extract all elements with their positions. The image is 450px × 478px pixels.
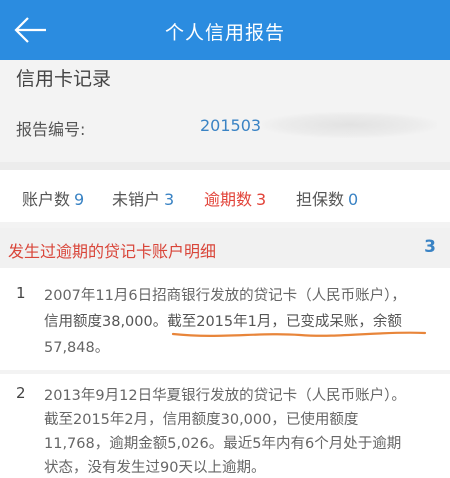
item-text-line: 57,848。 xyxy=(44,340,110,356)
item-index: 2 xyxy=(16,384,26,402)
stat-label: 账户数 xyxy=(22,190,71,209)
stat-count: 3 xyxy=(164,190,175,209)
stat-overdue[interactable]: 逾期数 3 xyxy=(204,186,266,210)
overdue-detail-title: 发生过逾期的贷记卡账户明细 xyxy=(8,242,217,261)
stat-count: 9 xyxy=(74,190,85,209)
list-item: 1 2007年11月6日招商银行发放的贷记卡（人民币账户）， 信用额度38,00… xyxy=(0,268,450,370)
handwritten-underline xyxy=(171,331,427,337)
stat-count: 3 xyxy=(256,190,267,209)
list-item: 2 2013年9月12日华夏银行发放的贷记卡（人民币账户）。 截至2015年2月… xyxy=(0,374,450,478)
app-header: 个人信用报告 xyxy=(0,0,450,60)
stat-accounts[interactable]: 账户数 9 xyxy=(22,186,84,210)
report-number-label: 报告编号: xyxy=(16,120,86,139)
stat-label: 逾期数 xyxy=(204,190,253,209)
stat-label: 担保数 xyxy=(296,190,345,209)
stat-count: 0 xyxy=(348,190,359,209)
divider xyxy=(0,162,450,170)
item-index: 1 xyxy=(16,284,26,302)
item-text-line: 2007年11月6日招商银行发放的贷记卡（人民币账户）， xyxy=(44,288,406,304)
stat-guarantees[interactable]: 担保数 0 xyxy=(296,186,358,210)
report-number-value: 201503 xyxy=(200,116,262,135)
item-text-line: 截至2015年2月，信用额度30,000，已使用额度 xyxy=(44,412,359,428)
item-text-line: 2013年9月12日华夏银行发放的贷记卡（人民币账户）。 xyxy=(44,388,406,404)
item-text-line: 11,768，逾期金额5,026。最近5年内有6个月处于逾期 xyxy=(44,436,402,452)
overdue-detail-header: 发生过逾期的贷记卡账户明细 3 xyxy=(0,228,450,268)
section-title: 信用卡记录 xyxy=(16,68,112,90)
page-title: 个人信用报告 xyxy=(164,22,285,44)
stat-label: 未销户 xyxy=(112,190,161,209)
item-text-line: 状态，没有发生过90天以上逾期。 xyxy=(44,460,266,476)
redaction-smudge xyxy=(262,112,437,138)
stat-open-accounts[interactable]: 未销户 3 xyxy=(112,186,174,210)
overdue-detail-count: 3 xyxy=(424,237,436,257)
stats-bar: 账户数 9 未销户 3 逾期数 3 担保数 0 xyxy=(0,170,450,222)
